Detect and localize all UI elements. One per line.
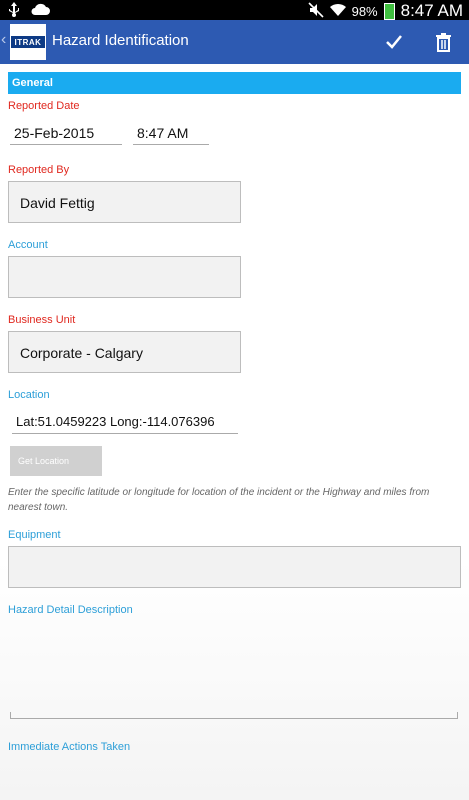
get-location-button[interactable]: Get Location bbox=[10, 446, 102, 476]
equipment-label: Equipment bbox=[8, 529, 61, 541]
logo-text: ITRAK bbox=[11, 36, 45, 48]
back-chevron-icon[interactable]: ‹ bbox=[1, 31, 6, 49]
reported-by-field[interactable]: David Fettig bbox=[8, 181, 241, 223]
location-label: Location bbox=[8, 389, 50, 401]
usb-icon bbox=[8, 2, 20, 21]
business-unit-label: Business Unit bbox=[8, 314, 76, 326]
app-logo[interactable]: ITRAK bbox=[10, 24, 46, 60]
account-label: Account bbox=[8, 239, 48, 251]
section-header-general: General bbox=[8, 72, 461, 94]
mute-icon bbox=[308, 1, 324, 21]
reported-by-label: Reported By bbox=[8, 164, 70, 176]
date-field[interactable]: 25-Feb-2015 bbox=[10, 123, 122, 145]
status-bar: 98% 8:47 AM bbox=[0, 0, 469, 20]
account-field[interactable] bbox=[8, 256, 241, 298]
hazard-detail-underline bbox=[10, 718, 458, 719]
status-right: 98% 8:47 AM bbox=[308, 1, 463, 21]
status-time: 8:47 AM bbox=[400, 1, 463, 20]
business-unit-field[interactable]: Corporate - Calgary bbox=[8, 331, 241, 373]
time-field[interactable]: 8:47 AM bbox=[133, 123, 209, 145]
textarea-tick-left bbox=[10, 712, 11, 719]
location-hint: Enter the specific latitude or longitude… bbox=[8, 487, 430, 513]
save-button[interactable] bbox=[382, 30, 406, 54]
delete-button[interactable] bbox=[432, 30, 456, 54]
action-bar: ‹ ITRAK Hazard Identification bbox=[0, 20, 469, 64]
battery-percent: 98% bbox=[351, 3, 378, 19]
reported-date-label: Reported Date bbox=[8, 100, 80, 112]
hazard-detail-textarea[interactable] bbox=[10, 622, 458, 718]
battery-icon bbox=[383, 2, 395, 20]
location-field[interactable]: Lat:51.0459223 Long:-114.076396 bbox=[12, 412, 238, 434]
immediate-actions-label: Immediate Actions Taken bbox=[8, 741, 131, 753]
checkmark-icon bbox=[386, 35, 402, 49]
status-left bbox=[8, 2, 50, 21]
cloud-icon bbox=[30, 3, 50, 20]
equipment-field[interactable] bbox=[8, 546, 461, 588]
trash-icon bbox=[436, 33, 451, 52]
wifi-icon bbox=[329, 3, 346, 20]
textarea-tick-right bbox=[457, 712, 458, 719]
hazard-detail-label: Hazard Detail Description bbox=[8, 604, 133, 616]
page-title: Hazard Identification bbox=[52, 32, 189, 49]
